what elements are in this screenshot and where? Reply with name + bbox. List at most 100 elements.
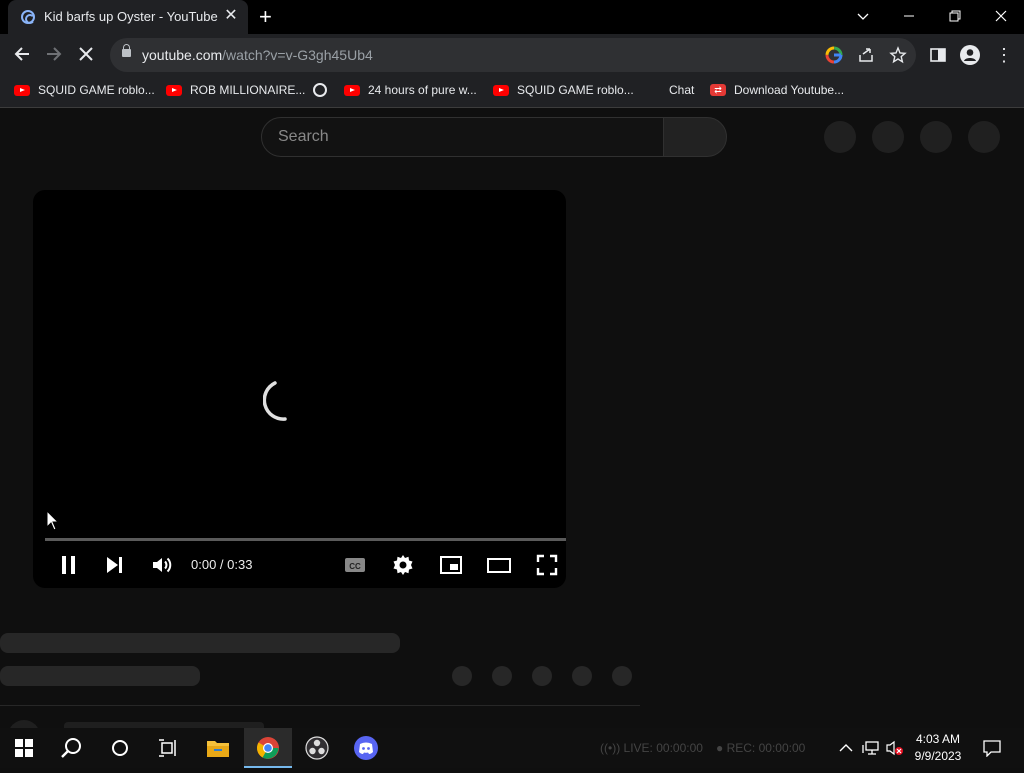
bookmark-item[interactable]: SQUID GAME roblo... [14, 83, 155, 97]
chrome-taskbar-button[interactable] [244, 728, 292, 768]
start-button[interactable] [0, 728, 48, 768]
broadcast-icon: ((•)) [600, 741, 621, 755]
clock-date: 9/9/2023 [914, 749, 962, 763]
closed-captions-icon: CC [345, 558, 365, 572]
miniplayer-icon [440, 556, 462, 574]
action-center-button[interactable] [982, 739, 1002, 758]
download-icon: ⇄ [710, 84, 726, 96]
google-lens-icon[interactable] [825, 46, 843, 64]
windows-logo-icon [15, 739, 33, 757]
header-icon-placeholder[interactable] [872, 121, 904, 153]
svg-text:CC: CC [349, 562, 361, 571]
bookmark-item[interactable]: 24 hours of pure w... [344, 83, 477, 97]
search-placeholder: Search [278, 128, 329, 145]
address-bar[interactable]: youtube.com/watch?v=v-G3gh45Ub4 [110, 38, 916, 72]
youtube-icon [493, 84, 509, 96]
obs-live-status: ((•)) LIVE: 00:00:00 [600, 741, 703, 755]
settings-button[interactable] [391, 553, 415, 577]
show-hidden-icons-button[interactable] [838, 740, 854, 756]
cortana-circle-icon [112, 740, 128, 756]
record-icon: ● [716, 741, 724, 755]
minimize-button[interactable] [895, 4, 923, 28]
cortana-button[interactable] [96, 728, 144, 768]
restore-button[interactable] [941, 4, 969, 28]
bookmark-star-icon[interactable] [889, 46, 907, 64]
theater-mode-button[interactable] [487, 553, 511, 577]
action-skeleton [572, 666, 592, 686]
skip-next-icon [107, 557, 122, 573]
chevron-down-icon [857, 13, 869, 20]
action-skeleton [452, 666, 472, 686]
bookmarks-bar: SQUID GAME roblo... ROB MILLIONAIRE... 2… [0, 74, 1024, 108]
discord-icon [354, 736, 378, 760]
loading-favicon-icon [21, 10, 35, 24]
bookmark-item[interactable]: Chat [669, 83, 694, 97]
fullscreen-icon [536, 554, 558, 576]
stop-loading-button[interactable] [74, 42, 98, 66]
loading-spinner-icon [262, 377, 309, 423]
search-icon [61, 738, 81, 758]
side-panel-icon[interactable] [929, 46, 947, 64]
file-explorer-button[interactable] [194, 728, 242, 768]
pause-icon [62, 556, 75, 574]
browser-tab-active[interactable]: Kid barfs up Oyster - YouTube ✕ [8, 0, 248, 34]
clock-time: 4:03 AM [915, 732, 961, 746]
header-icon-placeholder[interactable] [920, 121, 952, 153]
video-time-display: 0:00 / 0:33 [191, 557, 253, 572]
miniplayer-button[interactable] [439, 553, 463, 577]
search-input[interactable]: Search [261, 117, 664, 157]
volume-tray-button[interactable] [886, 740, 904, 756]
share-icon[interactable] [857, 46, 875, 64]
bookmark-item[interactable] [313, 83, 327, 97]
mute-button[interactable] [150, 553, 174, 577]
back-button[interactable] [10, 42, 34, 66]
lock-icon [122, 44, 131, 57]
bookmark-item[interactable]: ⇄ Download Youtube... [710, 83, 844, 97]
mouse-cursor-icon [46, 509, 60, 537]
network-button[interactable] [862, 740, 880, 756]
chrome-menu-button[interactable]: ⋮ [995, 44, 1013, 66]
tab-search-button[interactable] [849, 4, 877, 28]
chevron-up-icon [839, 744, 853, 752]
header-icon-placeholder[interactable] [968, 121, 1000, 153]
gear-icon [393, 555, 413, 575]
search-button[interactable] [663, 117, 727, 157]
bookmark-item[interactable]: SQUID GAME roblo... [493, 83, 634, 97]
stop-icon [79, 47, 93, 61]
minimize-icon [904, 15, 914, 17]
profile-avatar-icon[interactable] [959, 44, 981, 66]
url-text: youtube.com/watch?v=v-G3gh45Ub4 [142, 47, 373, 63]
discord-taskbar-button[interactable] [342, 728, 390, 768]
tab-close-button[interactable]: ✕ [222, 7, 240, 25]
bookmark-item[interactable]: ROB MILLIONAIRE... [166, 83, 305, 97]
back-arrow-icon [14, 47, 29, 61]
globe-icon [313, 83, 327, 97]
pause-button[interactable] [57, 553, 81, 577]
forward-button[interactable] [42, 42, 66, 66]
subtitles-button[interactable]: CC [343, 553, 367, 577]
close-window-button[interactable] [987, 4, 1015, 28]
forward-arrow-icon [47, 47, 62, 61]
action-skeleton [492, 666, 512, 686]
meta-skeleton [0, 666, 200, 686]
volume-icon [153, 557, 172, 573]
next-video-button[interactable] [103, 553, 127, 577]
new-tab-button[interactable]: + [259, 6, 272, 28]
search-taskbar-button[interactable] [48, 728, 96, 768]
fullscreen-button[interactable] [535, 553, 559, 577]
tab-title: Kid barfs up Oyster - YouTube [44, 9, 218, 24]
youtube-icon [344, 84, 360, 96]
title-skeleton [0, 633, 400, 653]
task-view-button[interactable] [144, 728, 192, 768]
network-icon [862, 741, 879, 755]
chrome-icon [257, 737, 279, 759]
obs-icon [305, 736, 329, 760]
action-skeleton [612, 666, 632, 686]
taskbar-clock[interactable]: 4:03 AM 9/9/2023 [906, 731, 970, 765]
youtube-icon [14, 84, 30, 96]
obs-rec-status: ● REC: 00:00:00 [716, 741, 806, 755]
obs-taskbar-button[interactable] [293, 728, 341, 768]
header-icon-placeholder[interactable] [824, 121, 856, 153]
video-progress-bar[interactable] [45, 538, 566, 541]
youtube-icon [166, 84, 182, 96]
